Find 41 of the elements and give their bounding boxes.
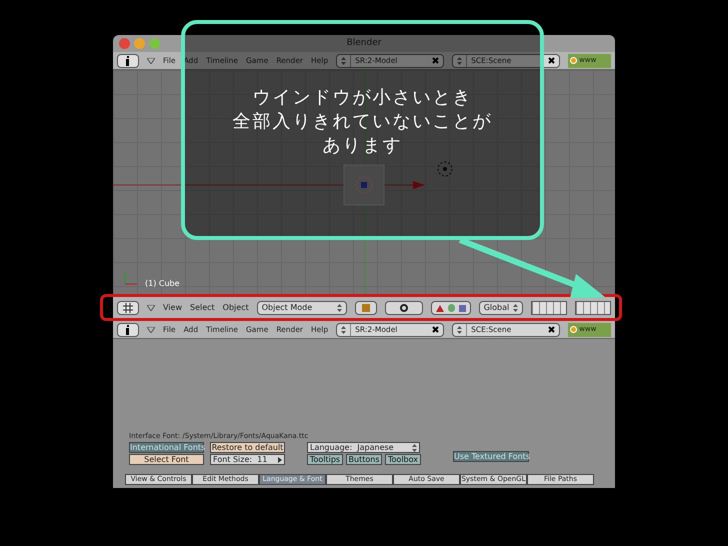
- layer-buttons[interactable]: [530, 301, 567, 315]
- language-selector[interactable]: Language: Japanese: [307, 442, 420, 453]
- mode-selector[interactable]: Object Mode: [256, 301, 347, 315]
- updown-icon: [457, 326, 462, 334]
- close-icon[interactable]: [548, 326, 556, 333]
- object-label: (1) Cube: [145, 278, 180, 290]
- restore-default-button[interactable]: Restore to default: [210, 442, 285, 453]
- orientation-selector[interactable]: Global: [478, 301, 523, 315]
- close-icon[interactable]: [548, 57, 556, 64]
- updown-icon: [336, 304, 342, 312]
- menu-item[interactable]: View: [163, 302, 182, 314]
- editor-type-button[interactable]: [117, 322, 139, 336]
- menu-item[interactable]: Object: [222, 302, 249, 314]
- toggle-button[interactable]: Toolbox: [385, 454, 421, 465]
- callout-text: ウインドウが小さいとき 全部入りきれていないことが あります: [232, 86, 492, 158]
- collapse-icon: [147, 58, 155, 64]
- updown-icon: [412, 444, 417, 452]
- info-icon: [125, 56, 131, 66]
- select-font-button[interactable]: Select Font: [129, 454, 204, 465]
- menu-item[interactable]: Select: [190, 302, 215, 314]
- updown-icon: [512, 304, 518, 312]
- axes-icon: [124, 272, 138, 284]
- grid-icon: [123, 303, 133, 313]
- layer-buttons[interactable]: [574, 301, 611, 315]
- pivot-button[interactable]: [384, 301, 423, 315]
- editor-type-button[interactable]: [117, 54, 139, 68]
- updown-icon: [341, 326, 346, 334]
- close-icon[interactable]: [432, 326, 440, 333]
- updown-icon: [341, 56, 346, 64]
- editor-type-button[interactable]: [117, 301, 139, 315]
- toggle-button[interactable]: Tooltips: [307, 454, 343, 465]
- font-size-field[interactable]: Font Size: 11: [210, 454, 285, 465]
- collapse-icon: [147, 326, 155, 332]
- shading-button[interactable]: [354, 301, 377, 315]
- info-icon: [125, 324, 131, 334]
- collapse-icon: [147, 305, 155, 311]
- toggle-button[interactable]: Buttons: [346, 454, 382, 465]
- updown-icon: [457, 56, 462, 64]
- window-title: Blender: [346, 36, 382, 50]
- arrow-right-icon: [278, 456, 282, 462]
- manipulator-buttons[interactable]: [430, 301, 471, 315]
